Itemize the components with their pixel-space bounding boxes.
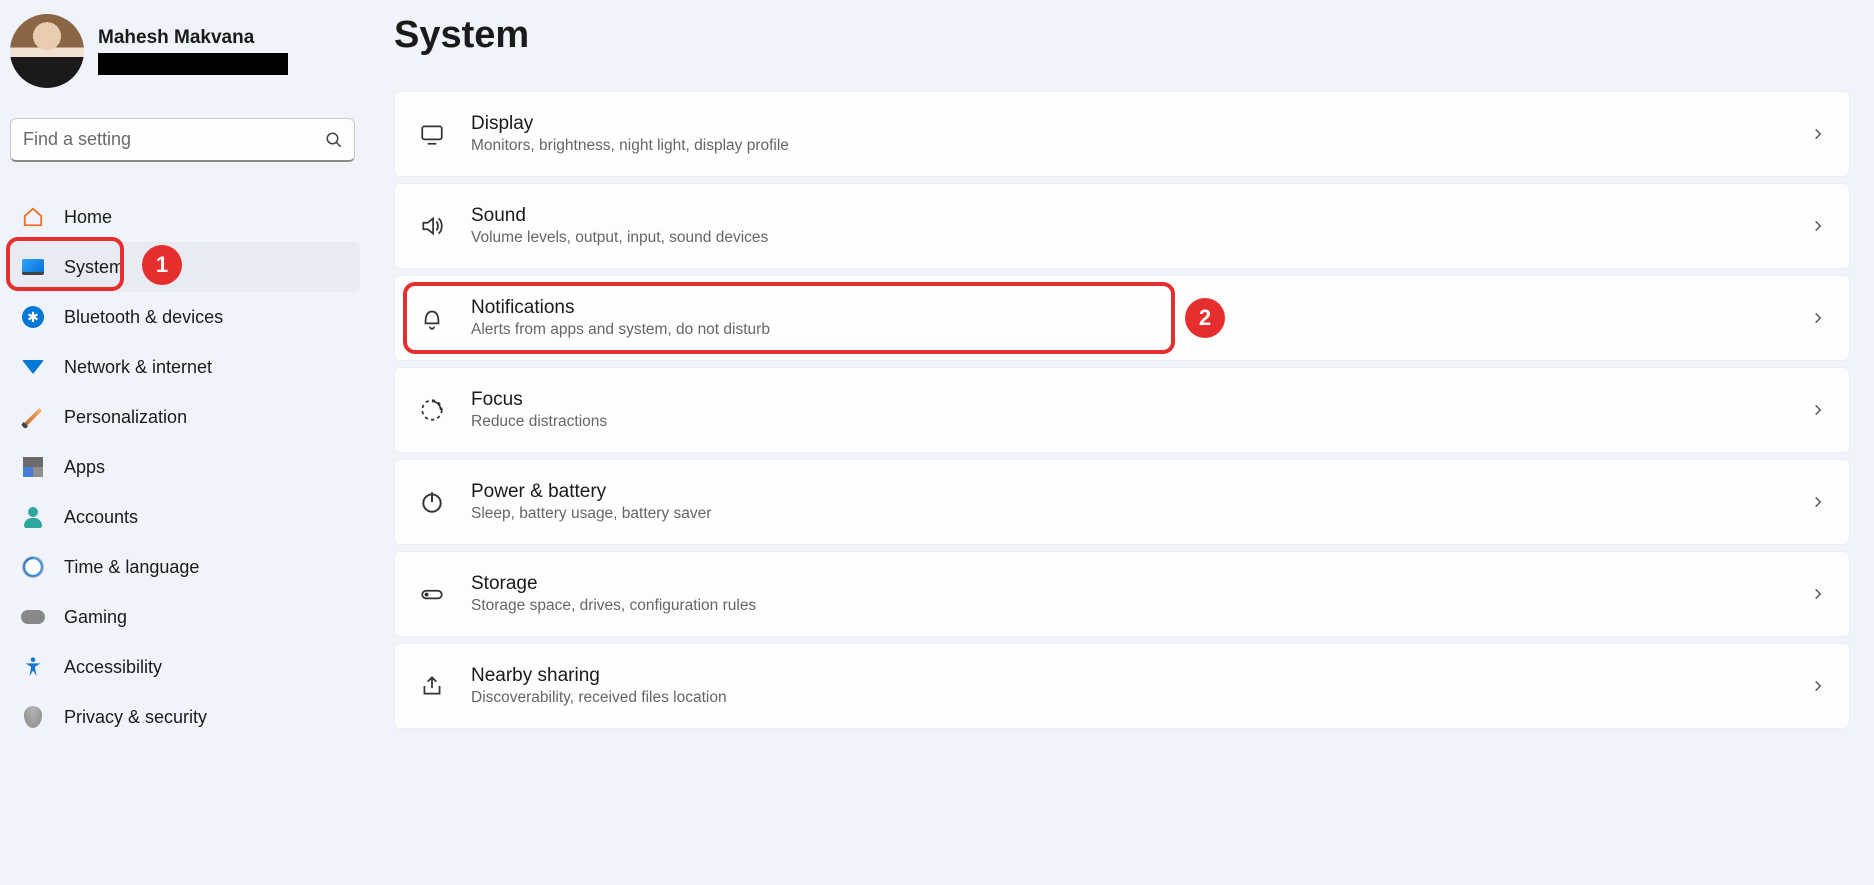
bell-icon (419, 305, 445, 331)
power-icon (419, 489, 445, 515)
sidebar-item-label: Accounts (64, 507, 138, 528)
sidebar-item-accounts[interactable]: Accounts (10, 492, 360, 542)
bluetooth-icon: ✱ (20, 304, 46, 330)
setting-power[interactable]: Power & battery Sleep, battery usage, ba… (394, 459, 1850, 545)
search-input[interactable] (11, 129, 314, 150)
sound-icon (419, 213, 445, 239)
sidebar-item-accessibility[interactable]: Accessibility (10, 642, 360, 692)
sidebar-item-apps[interactable]: Apps (10, 442, 360, 492)
chevron-right-icon (1811, 403, 1825, 417)
setting-desc: Storage space, drives, configuration rul… (471, 597, 756, 615)
page-title: System (394, 14, 1850, 57)
setting-title: Nearby sharing (471, 665, 727, 687)
setting-title: Power & battery (471, 481, 711, 503)
storage-icon (419, 581, 445, 607)
setting-desc: Volume levels, output, input, sound devi… (471, 229, 768, 247)
setting-title: Display (471, 113, 789, 135)
sidebar-item-system[interactable]: System 1 (10, 242, 360, 292)
setting-desc: Sleep, battery usage, battery saver (471, 505, 711, 523)
sidebar-item-home[interactable]: Home (10, 192, 360, 242)
main-content: System Display Monitors, brightness, nig… (370, 0, 1874, 885)
setting-desc: Alerts from apps and system, do not dist… (471, 321, 770, 339)
privacy-icon (20, 704, 46, 730)
sidebar-item-label: Personalization (64, 407, 187, 428)
profile-block[interactable]: Mahesh Makvana (10, 10, 360, 100)
chevron-right-icon (1811, 311, 1825, 325)
sidebar-item-label: Privacy & security (64, 707, 207, 728)
sidebar-item-bluetooth[interactable]: ✱ Bluetooth & devices (10, 292, 360, 342)
annotation-badge-2: 2 (1185, 298, 1225, 338)
setting-desc: Monitors, brightness, night light, displ… (471, 137, 789, 155)
accessibility-icon (20, 654, 46, 680)
setting-focus[interactable]: Focus Reduce distractions (394, 367, 1850, 453)
sidebar-item-label: Home (64, 207, 112, 228)
chevron-right-icon (1811, 219, 1825, 233)
setting-title: Storage (471, 573, 756, 595)
sidebar-item-label: Network & internet (64, 357, 212, 378)
setting-sound[interactable]: Sound Volume levels, output, input, soun… (394, 183, 1850, 269)
sidebar-item-personalization[interactable]: Personalization (10, 392, 360, 442)
chevron-right-icon (1811, 495, 1825, 509)
sidebar-item-label: Accessibility (64, 657, 162, 678)
sidebar-item-time[interactable]: Time & language (10, 542, 360, 592)
sidebar-item-label: System (64, 257, 124, 278)
profile-email-redacted (98, 53, 288, 75)
personalization-icon (20, 404, 46, 430)
sidebar-item-privacy[interactable]: Privacy & security (10, 692, 360, 742)
network-icon (20, 354, 46, 380)
setting-storage[interactable]: Storage Storage space, drives, configura… (394, 551, 1850, 637)
setting-title: Focus (471, 389, 607, 411)
apps-icon (20, 454, 46, 480)
sidebar-item-gaming[interactable]: Gaming (10, 592, 360, 642)
home-icon (20, 204, 46, 230)
accounts-icon (20, 504, 46, 530)
avatar (10, 14, 84, 88)
search-box[interactable] (10, 118, 355, 162)
chevron-right-icon (1811, 127, 1825, 141)
setting-desc: Discoverability, received files location (471, 689, 727, 707)
gaming-icon (20, 604, 46, 630)
setting-title: Sound (471, 205, 768, 227)
sidebar-item-label: Bluetooth & devices (64, 307, 223, 328)
sidebar-item-label: Apps (64, 457, 105, 478)
sidebar-item-label: Gaming (64, 607, 127, 628)
sidebar-item-network[interactable]: Network & internet (10, 342, 360, 392)
setting-notifications[interactable]: Notifications Alerts from apps and syste… (394, 275, 1850, 361)
setting-desc: Reduce distractions (471, 413, 607, 431)
focus-icon (419, 397, 445, 423)
share-icon (419, 673, 445, 699)
time-icon (20, 554, 46, 580)
system-icon (20, 254, 46, 280)
setting-display[interactable]: Display Monitors, brightness, night ligh… (394, 91, 1850, 177)
sidebar-item-label: Time & language (64, 557, 199, 578)
setting-title: Notifications (471, 297, 770, 319)
chevron-right-icon (1811, 679, 1825, 693)
annotation-badge-1: 1 (142, 245, 182, 285)
profile-name: Mahesh Makvana (98, 27, 288, 49)
sidebar: Mahesh Makvana Home System (0, 0, 370, 885)
chevron-right-icon (1811, 587, 1825, 601)
setting-nearby-sharing[interactable]: Nearby sharing Discoverability, received… (394, 643, 1850, 729)
sidebar-nav: Home System 1 ✱ Bluetooth & devices Netw… (10, 192, 360, 742)
search-icon (314, 131, 354, 149)
display-icon (419, 121, 445, 147)
settings-list: Display Monitors, brightness, night ligh… (394, 91, 1850, 729)
